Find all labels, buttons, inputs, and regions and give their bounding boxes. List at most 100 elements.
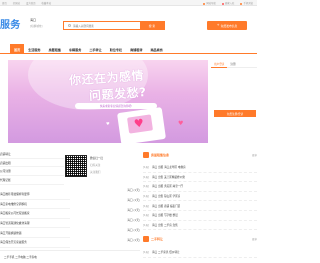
list-item[interactable]: 海口管道疏通化粪池清理 bbox=[0, 219, 70, 229]
top-link-set-home[interactable]: 设为首页 bbox=[26, 1, 36, 5]
list-item-date: 海口 (1天) bbox=[127, 208, 140, 212]
list-item-label: 海口 出售 美兰区精装修公寓 bbox=[152, 175, 185, 179]
list-item-tag: [1天] bbox=[143, 204, 150, 208]
list-item[interactable]: [1天] 海口 出租 秀英区 两室一厅 bbox=[143, 182, 257, 192]
list-item-label: 代理记账 bbox=[0, 177, 11, 182]
list-item: 海口 (1天) bbox=[80, 225, 140, 235]
nav-item-second-hand[interactable]: 二手转让 bbox=[85, 44, 105, 54]
nav-item-life-services[interactable]: 生活服务 bbox=[24, 44, 44, 54]
left-listing-list: 海口推荐月嫂保姆育婴师 海口家电维修空调移机 海口搬家公司长短途搬家 海口管道疏… bbox=[0, 190, 70, 248]
bottom-left-label[interactable]: 二手手机 二手电脑 二手家电 bbox=[4, 255, 37, 259]
merchant-label: 商家入驻 bbox=[224, 2, 235, 5]
list-item[interactable]: [1天] 海口 二手家具 低价转让 bbox=[143, 248, 257, 258]
nav-item-vehicles[interactable]: 车辆服务 bbox=[65, 44, 85, 54]
list-item-label: 店铺转让 bbox=[0, 151, 11, 156]
list-item-label: 海口 出租 秀英区 两室一厅 bbox=[152, 185, 184, 189]
list-item[interactable]: 海口保洁开荒家政服务 bbox=[0, 238, 70, 248]
login-panel: 用户登录 注册 免费注册/登录 bbox=[211, 60, 257, 143]
list-item-label: 海口 二手家具 低价转让 bbox=[152, 251, 180, 255]
list-item[interactable]: [1天] 海口 出租 海口龙华区 电梯房 bbox=[143, 163, 257, 173]
top-link-national[interactable]: 全国站 bbox=[13, 1, 20, 5]
list-item-label: 海口搬家公司长短途搬家 bbox=[0, 211, 30, 216]
list-item[interactable]: [1天] 海口 出售 二手房 急售 bbox=[143, 221, 257, 231]
second-hand-list: [1天] 海口 二手家具 低价转让 bbox=[143, 248, 257, 258]
mobile-label: 手机浏览 bbox=[243, 2, 253, 5]
list-item-label: 海口 出租 写字楼 整层 bbox=[152, 214, 178, 218]
qr-label-scan: 微信扫一扫 bbox=[90, 157, 103, 160]
current-city: 海口 bbox=[30, 18, 37, 22]
housing-section-title: 房屋租售信息 bbox=[151, 153, 170, 157]
list-item-label: 海口管道疏通化粪池清理 bbox=[0, 221, 30, 226]
list-item[interactable]: 代理记账 bbox=[0, 176, 64, 185]
register-login-button[interactable]: 免费注册/登录 bbox=[214, 110, 256, 117]
site-logo[interactable]: 服务 bbox=[0, 16, 20, 31]
list-item-tag: [1天] bbox=[143, 166, 150, 170]
list-item[interactable]: 海口搬家公司长短途搬家 bbox=[0, 209, 70, 219]
list-item[interactable]: [1天] 海口 出租 商铺 临街门面 bbox=[143, 201, 257, 211]
second-hand-section-title: 二手转让 bbox=[151, 237, 164, 241]
list-item[interactable]: [1天] 海口 出租 写字楼 整层 bbox=[143, 211, 257, 221]
nav-item-jobs[interactable]: 职位专栏 bbox=[106, 44, 126, 54]
list-item-label: 海口 出售 二手房 急售 bbox=[152, 223, 178, 227]
search-icon bbox=[68, 24, 71, 27]
list-item-date: 海口 (1天) bbox=[127, 198, 140, 202]
list-item-tag: [1天] bbox=[143, 251, 150, 255]
listing-dates: 海口 (1天) 海口 (1天) 海口 (1天) 海口 (1天) 海口 (1天) … bbox=[80, 185, 140, 245]
switch-city-link[interactable]: [切换城市] bbox=[30, 24, 42, 28]
tab-register[interactable]: 注册 bbox=[227, 60, 238, 68]
list-item: 海口 (1天) bbox=[80, 235, 140, 245]
search-button[interactable]: 搜 索 bbox=[140, 22, 164, 29]
housing-section-header: 房屋租售信息 更多 bbox=[143, 152, 257, 162]
banner-headline-2: 问题发愁? bbox=[88, 85, 147, 103]
list-item-label: 海口保洁开荒家政服务 bbox=[0, 240, 27, 245]
banner-cta[interactable]: 快来求助专业情感咨询师吧! bbox=[75, 103, 157, 109]
main-nav: 首页 生活服务 房屋租售 车辆服务 二手转让 职位专栏 商铺租转 商品商务 bbox=[0, 44, 257, 54]
top-right-links: 网站导航 商家入驻 手机浏览 bbox=[203, 1, 253, 5]
nav-item-home[interactable]: 首页 bbox=[10, 44, 25, 54]
top-link-merchant[interactable]: 商家入驻 bbox=[221, 1, 235, 5]
nav-item-housing[interactable]: 房屋租售 bbox=[45, 44, 65, 54]
list-item[interactable]: [1天] 海口 出售 美兰区精装修公寓 bbox=[143, 173, 257, 183]
list-item-tag: [1天] bbox=[143, 214, 150, 218]
housing-more-link[interactable]: 更多 bbox=[252, 153, 257, 157]
list-item[interactable]: 海口家电维修空调移机 bbox=[0, 200, 70, 210]
plus-icon: + bbox=[216, 22, 220, 27]
second-hand-section-header: 二手转让 更多 bbox=[143, 236, 257, 246]
post-info-label: 免费发布信息 bbox=[220, 23, 238, 28]
list-item: 海口 (1天) bbox=[80, 195, 140, 205]
sitemap-icon bbox=[203, 2, 206, 5]
list-item-label: 海口家电维修空调移机 bbox=[0, 201, 27, 206]
post-info-button[interactable]: + 免费发布信息 bbox=[207, 21, 247, 30]
promo-banner[interactable]: 你还在为感情 问题发愁? 快来求助专业情感咨询师吧! ♥ ♥ ♥ bbox=[8, 60, 208, 143]
list-item-label: 公司注册 bbox=[0, 169, 11, 174]
list-item[interactable]: 海口开锁换锁修锁 bbox=[0, 228, 70, 238]
list-item: 海口 (1天) bbox=[80, 185, 140, 195]
small-heart-icon: ♥ bbox=[106, 121, 110, 126]
list-item[interactable]: 店铺出租 bbox=[0, 159, 64, 168]
list-item[interactable]: [1天] 海口 出售 琼山区 学区房 bbox=[143, 192, 257, 202]
top-link-home[interactable]: 首页 bbox=[2, 1, 7, 5]
list-item: 海口 (1天) bbox=[80, 205, 140, 215]
list-item-tag: [1天] bbox=[143, 175, 150, 179]
top-links: 首页 全国站 设为首页 收藏本站 bbox=[2, 1, 51, 5]
search-box: 搜 索 bbox=[63, 21, 165, 30]
list-item[interactable]: 公司注册 bbox=[0, 167, 64, 177]
list-item[interactable]: 海口推荐月嫂保姆育婴师 bbox=[0, 190, 70, 200]
list-item-tag: [1天] bbox=[143, 185, 150, 189]
top-link-sitemap[interactable]: 网站导航 bbox=[203, 1, 216, 5]
search-input[interactable] bbox=[73, 23, 133, 29]
tab-login[interactable]: 用户登录 bbox=[211, 60, 228, 68]
top-link-bookmark[interactable]: 收藏本站 bbox=[42, 1, 52, 5]
nav-item-shops[interactable]: 商铺租转 bbox=[126, 44, 146, 54]
list-item: 海口 (1天) bbox=[80, 215, 140, 225]
login-tabs: 用户登录 注册 bbox=[211, 60, 257, 68]
nav-item-business[interactable]: 商品商务 bbox=[146, 44, 166, 54]
list-item-label: 海口 出租 海口龙华区 电梯房 bbox=[152, 166, 186, 170]
list-item-label: 海口推荐月嫂保姆育婴师 bbox=[0, 192, 30, 197]
top-link-mobile[interactable]: 手机浏览 bbox=[240, 1, 253, 5]
list-item[interactable]: 店铺转让 bbox=[0, 150, 64, 159]
sitemap-label: 网站导航 bbox=[206, 2, 216, 5]
house-icon bbox=[143, 152, 149, 158]
second-hand-more-link[interactable]: 更多 bbox=[252, 237, 257, 241]
list-item-date: 海口 (1天) bbox=[127, 238, 140, 242]
